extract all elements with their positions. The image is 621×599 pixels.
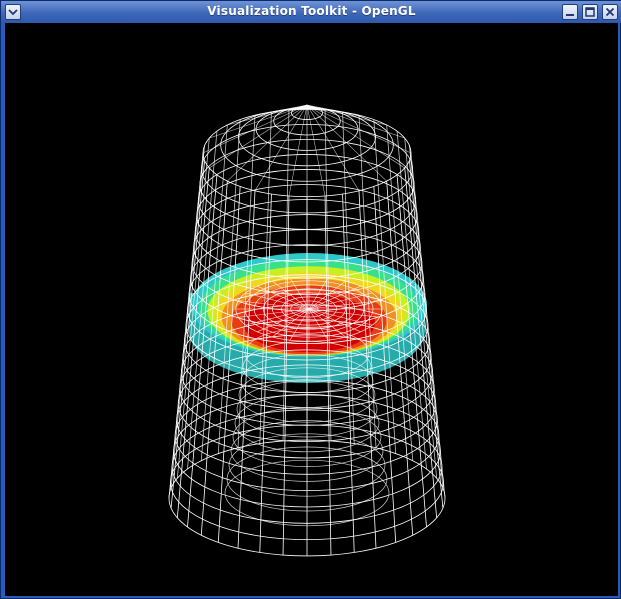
wire-cap-spoke (209, 104, 308, 139)
maximize-icon (585, 7, 595, 17)
render-viewport[interactable] (5, 23, 618, 596)
app-window: Visualization Toolkit - OpenGL (0, 0, 621, 599)
window-title: Visualization Toolkit - OpenGL (207, 4, 416, 18)
close-button[interactable] (602, 4, 618, 20)
close-icon (605, 7, 615, 17)
wire-cap-spoke (202, 104, 308, 154)
maximize-button[interactable] (582, 4, 598, 20)
wire-cap-spoke (306, 104, 412, 154)
minimize-icon (566, 14, 574, 16)
title-bar[interactable]: Visualization Toolkit - OpenGL (1, 1, 621, 23)
wire-cap-spoke (306, 104, 405, 139)
wire-cap-spoke (306, 104, 387, 126)
minimize-button[interactable] (562, 4, 578, 20)
vtk-render-scene (168, 104, 446, 557)
